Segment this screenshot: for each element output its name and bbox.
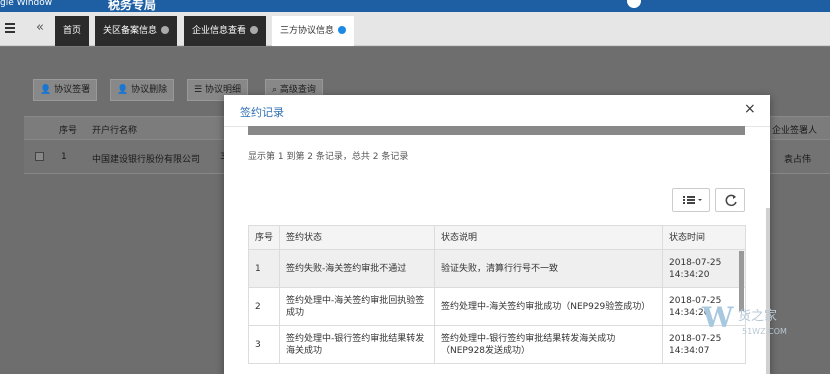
tab-customs-record[interactable]: 关区备案信息	[95, 16, 178, 46]
status-description: 签约处理中-海关签约审批成功（NEP929验签成功）	[434, 287, 663, 326]
search-icon: ⌕	[272, 85, 278, 95]
bank-name: 中国建设银行股份有限公司	[92, 155, 201, 165]
row-index: 2	[248, 287, 280, 326]
watermark-logo: W 货之家 51WZ.COM	[702, 297, 830, 345]
refresh-icon	[725, 194, 737, 207]
modal-scroll-track	[766, 208, 770, 374]
signing-status: 签约处理中-海关签约审批回执验签成功	[279, 287, 435, 326]
tab-label: 三方协议信息	[280, 26, 335, 36]
modal-header: 签约记录 ×	[224, 95, 770, 127]
column-header: 状态说明	[434, 225, 663, 250]
close-icon[interactable]	[250, 25, 259, 34]
tab-label: 首页	[63, 26, 82, 36]
signing-status: 签约处理中-银行签约审批结果转发海关成功	[279, 325, 435, 364]
status-description: 验证失败，清算行行号不一致	[434, 249, 663, 288]
delete-agreement-button[interactable]: 👤 协议删除	[110, 79, 175, 101]
table-row[interactable]: 1 签约失败-海关签约审批不通过 验证失败，清算行行号不一致 2018-07-2…	[248, 249, 746, 288]
row-index: 1	[61, 152, 67, 162]
columns-toggle-button[interactable]	[672, 188, 710, 212]
hamburger-icon[interactable]	[5, 23, 15, 33]
status-time: 2018-07-25 14:34:20	[662, 249, 746, 288]
remove-user-icon: 👤	[117, 85, 129, 95]
list-icon: ☰	[194, 85, 203, 95]
signing-record-modal: 签约记录 × 显示第 1 到第 2 条记录，总共 2 条记录 序号 签约状态 状…	[224, 95, 770, 374]
button-label: 协议签署	[54, 85, 91, 95]
watermark-text: 货之家	[738, 309, 778, 324]
list-icon	[683, 196, 702, 204]
tab-tripartite-agreement[interactable]: 三方协议信息	[272, 16, 355, 46]
close-icon[interactable]	[161, 25, 170, 34]
tab-company-info[interactable]: 企业信息查看	[184, 16, 267, 46]
column-header: 签约状态	[279, 225, 435, 250]
signing-record-table: 序号 签约状态 状态说明 状态时间 1 签约失败-海关签约审批不通过 验证失败，…	[248, 225, 746, 364]
horizontal-scrollbar[interactable]	[248, 126, 745, 135]
column-header: 企业签署人	[772, 126, 818, 136]
column-header: 状态时间	[662, 225, 746, 250]
tab-label: 关区备案信息	[103, 26, 158, 36]
table-row[interactable]: 3 签约处理中-银行签约审批结果转发海关成功 签约处理中-银行签约审批结果转发海…	[248, 325, 746, 364]
button-label: 协议删除	[131, 85, 168, 95]
status-description: 签约处理中-银行签约审批结果转发海关成功（NEP928发送成功）	[434, 325, 663, 364]
row-index: 1	[248, 249, 280, 288]
row-index: 3	[248, 325, 280, 364]
watermark-url: 51WZ.COM	[742, 327, 787, 336]
window-title: gle Window	[0, 0, 53, 8]
column-header: 开户行名称	[92, 126, 138, 136]
pagination-info: 显示第 1 到第 2 条记录，总共 2 条记录	[248, 152, 409, 162]
row-checkbox[interactable]	[35, 152, 44, 161]
tab-home[interactable]: 首页	[55, 16, 90, 46]
close-icon[interactable]: ×	[744, 101, 756, 117]
column-header: 序号	[59, 126, 78, 136]
refresh-button[interactable]	[715, 188, 745, 212]
tab-bar: « 首页 关区备案信息 企业信息查看 三方协议信息	[0, 12, 830, 46]
button-label: 高级查询	[279, 85, 316, 95]
tab-label: 企业信息查看	[192, 26, 247, 36]
app-header: gle Window 税务专局	[0, 0, 830, 12]
add-user-icon: 👤	[40, 85, 52, 95]
watermark-mark: W	[702, 301, 734, 334]
modal-title: 签约记录	[240, 106, 284, 119]
double-chevron-left-icon[interactable]: «	[36, 20, 44, 35]
company-signer: 袁占伟	[784, 155, 812, 165]
table-header-row: 序号 签约状态 状态说明 状态时间	[248, 225, 746, 250]
user-avatar-icon[interactable]	[627, 0, 641, 8]
sign-agreement-button[interactable]: 👤 协议签署	[33, 79, 98, 101]
table-row[interactable]: 2 签约处理中-海关签约审批回执验签成功 签约处理中-海关签约审批成功（NEP9…	[248, 287, 746, 326]
column-header: 序号	[248, 225, 280, 250]
button-label: 协议明细	[204, 85, 241, 95]
signing-status: 签约失败-海关签约审批不通过	[279, 249, 435, 288]
close-icon[interactable]	[338, 25, 347, 34]
